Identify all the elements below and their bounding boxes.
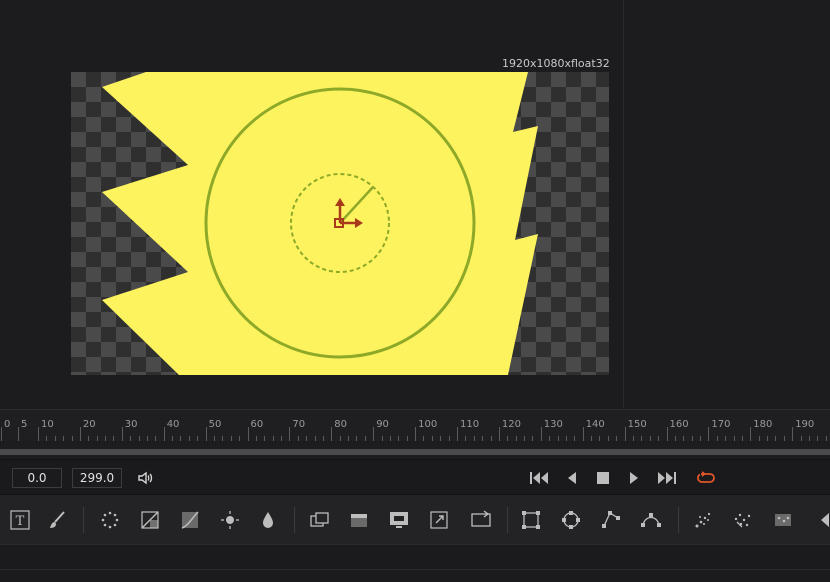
ruler-major-tick xyxy=(331,427,333,441)
toolbar-separator xyxy=(507,507,508,533)
ruler-label: 190 xyxy=(795,419,815,430)
monitor-icon[interactable] xyxy=(387,508,411,532)
loop-icon[interactable] xyxy=(695,467,717,489)
ruler-label: 140 xyxy=(585,419,605,430)
ruler-label: 30 xyxy=(124,419,138,430)
particles-icon[interactable] xyxy=(98,508,122,532)
background-icon[interactable] xyxy=(347,508,371,532)
curves-icon[interactable] xyxy=(178,508,202,532)
ruler-label: 100 xyxy=(418,419,438,430)
viewer-panel: 1920x1080xfloat32 xyxy=(0,0,830,408)
ruler-label: 70 xyxy=(292,419,306,430)
ruler-label: 110 xyxy=(460,419,480,430)
ruler-major-tick xyxy=(582,427,584,441)
ruler-major-tick xyxy=(79,427,81,441)
svg-text:T: T xyxy=(16,514,25,529)
ruler-major-tick xyxy=(415,427,417,441)
ruler-major-tick xyxy=(289,427,291,441)
composite-image[interactable] xyxy=(71,72,609,375)
ruler-label: 160 xyxy=(669,419,689,430)
blur-drop-icon[interactable] xyxy=(256,508,280,532)
ruler-major-tick xyxy=(708,427,710,441)
ruler-label: 150 xyxy=(627,419,647,430)
particle-render-icon[interactable] xyxy=(731,508,755,532)
particle-emitter-icon[interactable] xyxy=(691,508,715,532)
brightness-icon[interactable] xyxy=(218,508,242,532)
ruler-major-tick xyxy=(205,427,207,441)
ruler-major-tick xyxy=(373,427,375,441)
ruler-label: 130 xyxy=(543,419,563,430)
ruler-major-tick xyxy=(38,427,39,441)
current-time-field[interactable]: 0.0 xyxy=(12,468,62,488)
ruler-major-tick xyxy=(498,427,500,441)
ellipse-mask-icon[interactable] xyxy=(559,508,583,532)
ruler-major-tick xyxy=(666,427,668,441)
merge-icon[interactable] xyxy=(307,508,331,532)
speaker-icon[interactable] xyxy=(134,467,156,489)
ruler-major-tick xyxy=(18,427,19,441)
ruler-label: 60 xyxy=(250,419,264,430)
ruler-label: 170 xyxy=(711,419,731,430)
transform-icon[interactable] xyxy=(469,508,493,532)
tools-toolbar: T xyxy=(0,494,830,544)
play-forward-icon[interactable] xyxy=(623,467,645,489)
ruler-major-tick xyxy=(1,427,2,441)
viewer-canvas[interactable] xyxy=(71,72,609,375)
bspline-mask-icon[interactable] xyxy=(639,508,663,532)
toolbar-separator xyxy=(83,507,84,533)
resolution-label: 1920x1080xfloat32 xyxy=(502,57,610,70)
bottom-panel xyxy=(0,544,830,582)
more-tools-icon[interactable] xyxy=(812,508,830,532)
end-time-field[interactable]: 299.0 xyxy=(72,468,122,488)
timeline-ruler[interactable]: 0 5 10 20 30 40 50 60 70 80 90 100 110 120 130 140 150 16… xyxy=(0,409,830,441)
transport-bar: 0.0 299.0 xyxy=(0,459,830,494)
play-reverse-icon[interactable] xyxy=(561,467,583,489)
ruler-label: 180 xyxy=(753,419,773,430)
resize-icon[interactable] xyxy=(427,508,451,532)
ruler-label: 0 xyxy=(4,419,11,430)
viewer-divider xyxy=(623,0,624,408)
ruler-major-tick xyxy=(457,427,458,441)
scrub-track[interactable] xyxy=(0,449,830,455)
ruler-label: 120 xyxy=(501,419,521,430)
go-to-start-icon[interactable] xyxy=(528,467,550,489)
ruler-major-tick xyxy=(247,427,249,441)
toolbar-separator xyxy=(678,507,679,533)
ruler-label: 5 xyxy=(21,419,28,430)
ruler-label: 80 xyxy=(334,419,348,430)
ruler-major-tick xyxy=(121,427,123,441)
toolbar-separator xyxy=(294,507,295,533)
ruler-label: 90 xyxy=(376,419,389,430)
rectangle-mask-icon[interactable] xyxy=(519,508,543,532)
ruler-major-tick xyxy=(540,427,542,441)
polygon-mask-icon[interactable] xyxy=(599,508,623,532)
timeline-scrub-bar[interactable] xyxy=(0,441,830,459)
ruler-major-tick xyxy=(163,427,165,441)
ruler-major-tick xyxy=(792,427,794,441)
go-to-end-icon[interactable] xyxy=(656,467,678,489)
paint-brush-icon[interactable] xyxy=(45,508,69,532)
ruler-label: 20 xyxy=(82,419,96,430)
ruler-label: 40 xyxy=(166,419,180,430)
bottom-divider xyxy=(0,569,830,570)
ruler-label: 10 xyxy=(41,419,54,430)
text-tool-icon[interactable]: T xyxy=(8,508,32,532)
stop-icon[interactable] xyxy=(592,467,614,489)
ruler-major-tick xyxy=(624,427,626,441)
color-corrector-icon[interactable] xyxy=(138,508,162,532)
particle-force-icon[interactable] xyxy=(771,508,795,532)
ruler-label: 50 xyxy=(208,419,222,430)
ruler-major-tick xyxy=(750,427,752,441)
